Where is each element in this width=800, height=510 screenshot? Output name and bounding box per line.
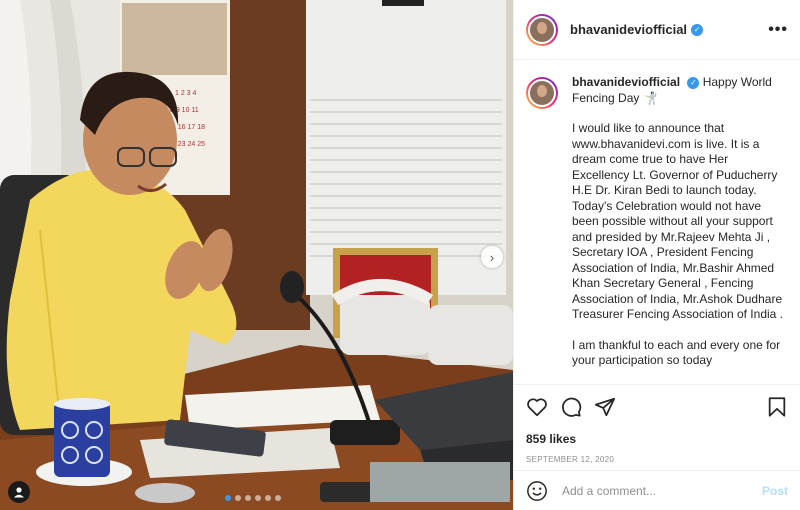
comment-bar: Post: [514, 470, 800, 510]
carousel-dot: [245, 495, 251, 501]
photo-scene: 1 2 3 4 8 9 10 11 15 16 17 18 22 23 24 2…: [0, 0, 513, 510]
bookmark-icon[interactable]: [766, 396, 788, 418]
user-icon: [14, 487, 24, 498]
svg-text:1 2 3 4: 1 2 3 4: [175, 90, 197, 97]
caption-paragraph: I am thankful to each and every one for …: [572, 337, 781, 368]
caption-paragraph: I would like to announce that www.bhavan…: [572, 121, 783, 321]
carousel-dot: [265, 495, 271, 501]
tagged-users-button[interactable]: [8, 481, 30, 503]
share-icon[interactable]: [594, 396, 616, 418]
comment-input[interactable]: [562, 483, 762, 498]
carousel-dot: [235, 495, 241, 501]
caption-username[interactable]: bhavanideviofficial: [572, 75, 680, 89]
caption-text: bhavanideviofficial ✓ Happy World Fencin…: [572, 75, 787, 369]
comment-icon[interactable]: [560, 396, 582, 418]
carousel-dot-active: [225, 495, 231, 501]
post-date: SEPTEMBER 12, 2020: [526, 455, 615, 464]
post-comment-button[interactable]: Post: [762, 484, 788, 498]
emoji-icon[interactable]: [526, 480, 548, 502]
carousel-dot: [255, 495, 261, 501]
post-actions: 859 likes SEPTEMBER 12, 2020: [514, 384, 800, 464]
chevron-right-icon: ›: [489, 249, 495, 265]
post-photo[interactable]: 1 2 3 4 8 9 10 11 15 16 17 18 22 23 24 2…: [0, 0, 513, 510]
caption-row: bhavanideviofficial ✓ Happy World Fencin…: [526, 75, 788, 369]
post-header: bhavanideviofficial ✓ •••: [514, 0, 800, 60]
post-side-panel: bhavanideviofficial ✓ ••• bhavanidevioff…: [513, 0, 800, 510]
action-icons-row: [526, 395, 788, 419]
caption-area: bhavanideviofficial ✓ Happy World Fencin…: [514, 61, 800, 383]
avatar[interactable]: [526, 13, 558, 46]
carousel-dot: [275, 495, 281, 501]
caption-avatar[interactable]: [526, 77, 558, 109]
verified-badge-icon: ✓: [687, 76, 700, 89]
heart-icon[interactable]: [526, 396, 548, 418]
more-options-icon[interactable]: •••: [768, 21, 788, 39]
verified-badge-icon: ✓: [691, 23, 704, 36]
author-username[interactable]: bhavanideviofficial: [570, 22, 687, 37]
likes-count[interactable]: 859 likes: [526, 432, 788, 446]
carousel-dots: [225, 495, 281, 501]
next-slide-button[interactable]: ›: [481, 246, 503, 268]
